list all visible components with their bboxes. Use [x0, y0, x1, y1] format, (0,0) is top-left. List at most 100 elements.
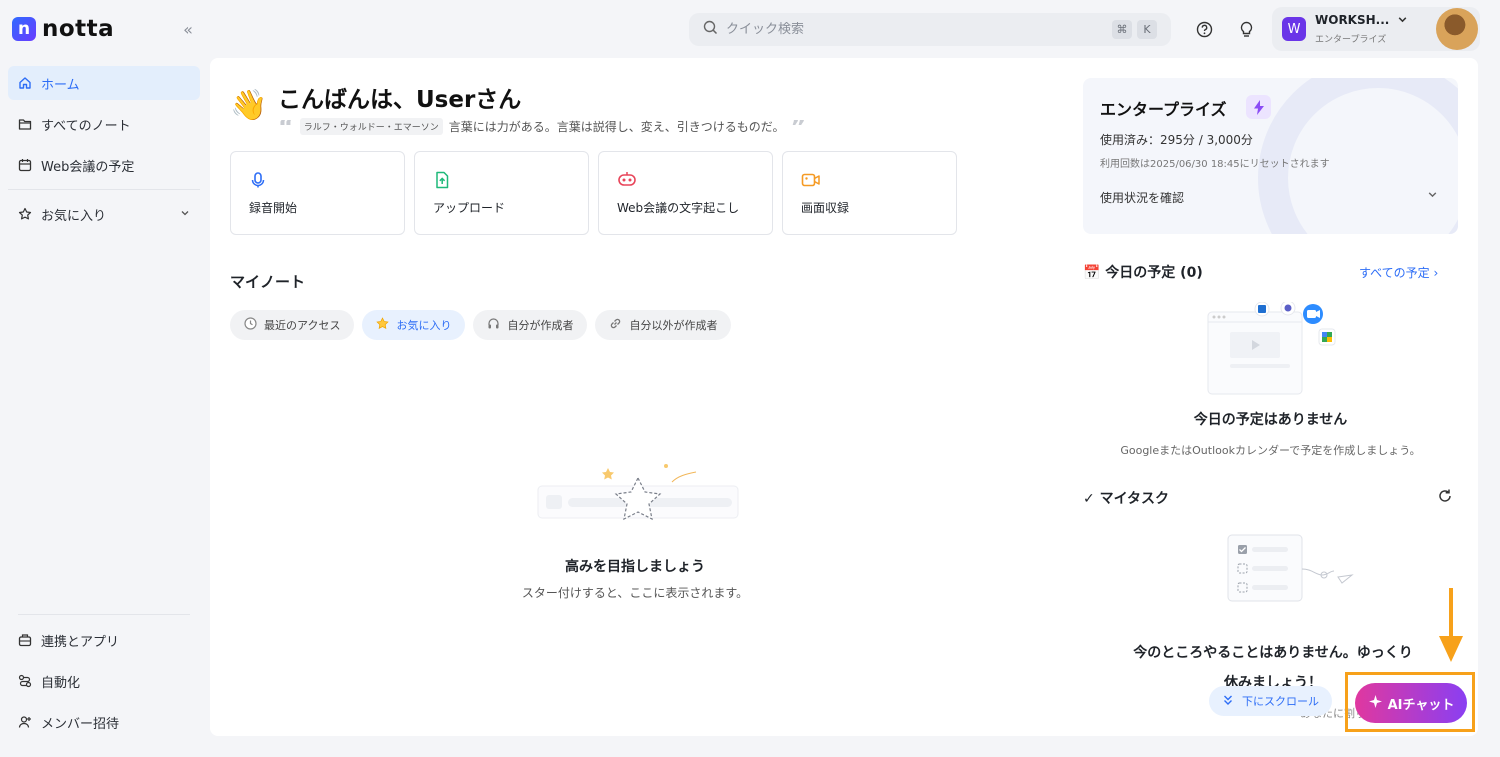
- sidebar-item-favorites[interactable]: お気に入り: [8, 197, 200, 231]
- add-member-icon: [18, 715, 32, 729]
- plan-card: エンタープライズ 使用済み：295分 / 3,000分 利用回数は2025/06…: [1083, 78, 1458, 234]
- star-outline-icon: [18, 207, 32, 221]
- refresh-icon[interactable]: [1437, 488, 1453, 504]
- check-icon: ✓: [1083, 491, 1100, 507]
- sidebar-item-label: 連携とアプリ: [41, 634, 120, 650]
- chevron-down-icon[interactable]: [180, 208, 190, 221]
- sidebar-item-label: すべてのノート: [41, 118, 131, 134]
- note-filters: 最近のアクセス お気に入り 自分が作成者 自分以外が作成者: [230, 310, 732, 340]
- web-meeting-transcribe-button[interactable]: Web会議の文字起こし: [598, 151, 773, 235]
- sidebar-item-integrations[interactable]: 連携とアプリ: [8, 623, 200, 657]
- filter-label: 最近のアクセス: [264, 319, 341, 332]
- sidebar-item-label: メンバー招待: [41, 716, 120, 732]
- empty-favorites-illustration: [536, 462, 740, 534]
- sidebar-nav: ホーム すべてのノート Web会議の予定 お気に入り: [8, 66, 200, 238]
- sidebar-item-invite-members[interactable]: メンバー招待: [8, 705, 200, 739]
- plan-usage: 使用済み：295分 / 3,000分: [1100, 133, 1253, 147]
- meeting-bot-icon: [617, 171, 636, 189]
- sidebar: n notta « ホーム すべてのノート Web会議の予定 お気に入り 連携と…: [0, 0, 208, 757]
- quote: “ ラルフ・ウォルドー・エマーソン 言葉には力がある。言葉は説得し、変え、引きつ…: [278, 118, 806, 135]
- sidebar-item-all-notes[interactable]: すべてのノート: [8, 107, 200, 141]
- shortcut-key-k: K: [1137, 20, 1157, 39]
- lightbulb-icon[interactable]: [1237, 20, 1255, 38]
- action-label: 録音開始: [249, 201, 298, 215]
- mic-icon: [249, 171, 267, 189]
- automation-icon: [18, 674, 32, 688]
- empty-state-subtitle: スター付けすると、ここに表示されます。: [521, 586, 749, 600]
- app-name: notta: [42, 16, 115, 42]
- avatar[interactable]: [1436, 8, 1478, 50]
- schedule-empty-title: 今日の予定はありません: [1193, 412, 1348, 428]
- headset-icon: [487, 317, 500, 333]
- calendar-icon: [18, 158, 32, 172]
- folder-icon: [18, 117, 32, 131]
- star-icon: [376, 317, 390, 333]
- sidebar-item-label: Web会議の予定: [41, 159, 135, 175]
- today-schedule-title: 📅 今日の予定 (0): [1083, 265, 1203, 281]
- clock-icon: [244, 317, 257, 333]
- chevron-down-icon[interactable]: [1427, 189, 1438, 203]
- filter-label: 自分が作成者: [507, 319, 574, 332]
- sidebar-divider: [18, 614, 190, 615]
- search-icon: [703, 20, 718, 39]
- arrow-down-icon: [1438, 588, 1464, 664]
- my-tasks-title: ✓ マイタスク: [1083, 488, 1169, 508]
- my-notes-title: マイノート: [230, 273, 306, 291]
- filter-created-by-me[interactable]: 自分が作成者: [473, 310, 588, 340]
- action-label: Web会議の文字起こし: [617, 201, 740, 215]
- filter-label: お気に入り: [396, 319, 452, 332]
- workspace-plan: エンタープライズ: [1315, 35, 1387, 45]
- chevron-right-icon: ›: [1433, 266, 1439, 280]
- apps-icon: [18, 633, 32, 647]
- highlight-box: [1345, 672, 1475, 732]
- schedule-empty-subtitle: GoogleまたはOutlookカレンダーで予定を作成しましょう。: [1120, 444, 1421, 457]
- logo[interactable]: n notta: [12, 16, 114, 42]
- all-schedules-label: すべての予定: [1359, 266, 1430, 280]
- search-input[interactable]: [726, 22, 1086, 37]
- filter-recent[interactable]: 最近のアクセス: [230, 310, 355, 340]
- filter-label: 自分以外が作成者: [629, 319, 718, 332]
- upload-button[interactable]: アップロード: [414, 151, 589, 235]
- sidebar-item-automation[interactable]: 自動化: [8, 664, 200, 698]
- workspace-name: WORKSH...: [1315, 13, 1390, 27]
- help-icon[interactable]: [1195, 20, 1213, 38]
- check-usage-link[interactable]: 使用状況を確認: [1100, 189, 1184, 206]
- collapse-sidebar-icon[interactable]: «: [178, 19, 198, 39]
- sidebar-item-label: お気に入り: [41, 208, 107, 224]
- sidebar-item-label: 自動化: [41, 675, 81, 691]
- start-recording-button[interactable]: 録音開始: [230, 151, 405, 235]
- waving-hand-icon: 👋: [230, 88, 268, 123]
- sidebar-divider: [8, 189, 200, 190]
- shortcut-key-cmd: ⌘: [1112, 20, 1132, 39]
- lightning-icon: [1246, 95, 1271, 119]
- action-label: 画面収録: [801, 201, 850, 215]
- plan-reset-note: 利用回数は2025/06/30 18:45にリセットされます: [1100, 159, 1330, 170]
- upload-icon: [433, 171, 451, 189]
- my-tasks-label: マイタスク: [1099, 491, 1170, 507]
- workspace-badge: W: [1282, 17, 1306, 41]
- main-content: 👋 こんばんは、Userさん “ ラルフ・ウォルドー・エマーソン 言葉には力があ…: [210, 58, 1478, 736]
- page-title: こんばんは、Userさん: [278, 87, 522, 113]
- link-icon: [609, 317, 622, 333]
- quick-actions: 録音開始 アップロード Web会議の文字起こし 画面収録: [230, 151, 957, 235]
- empty-state-title: 高みを目指しましょう: [565, 559, 705, 575]
- sidebar-item-home[interactable]: ホーム: [8, 66, 200, 100]
- filter-created-by-others[interactable]: 自分以外が作成者: [595, 310, 732, 340]
- sidebar-bottom-nav: 連携とアプリ 自動化 メンバー招待: [8, 614, 200, 746]
- action-label: アップロード: [433, 201, 506, 215]
- screen-record-button[interactable]: 画面収録: [782, 151, 957, 235]
- all-schedules-link[interactable]: すべての予定 ›: [1359, 264, 1438, 281]
- sidebar-item-web-meetings[interactable]: Web会議の予定: [8, 148, 200, 182]
- close-quote-icon: ”: [790, 119, 807, 134]
- tasks-empty-line1: 今のところやることはありません。ゆっくり: [1133, 645, 1413, 661]
- filter-favorites[interactable]: お気に入り: [362, 310, 466, 340]
- search-bar[interactable]: ⌘ K: [689, 13, 1171, 46]
- quote-text: 言葉には力がある。言葉は説得し、変え、引きつけるものだ。: [448, 120, 785, 134]
- plan-title: エンタープライズ: [1100, 100, 1227, 119]
- screen-record-icon: [801, 171, 820, 189]
- quote-author: ラルフ・ウォルドー・エマーソン: [299, 118, 443, 135]
- tasks-empty-illustration: [1226, 533, 1356, 607]
- notta-logo-icon: n: [12, 17, 36, 41]
- scroll-down-button[interactable]: 下にスクロール: [1209, 686, 1332, 716]
- home-icon: [18, 76, 32, 90]
